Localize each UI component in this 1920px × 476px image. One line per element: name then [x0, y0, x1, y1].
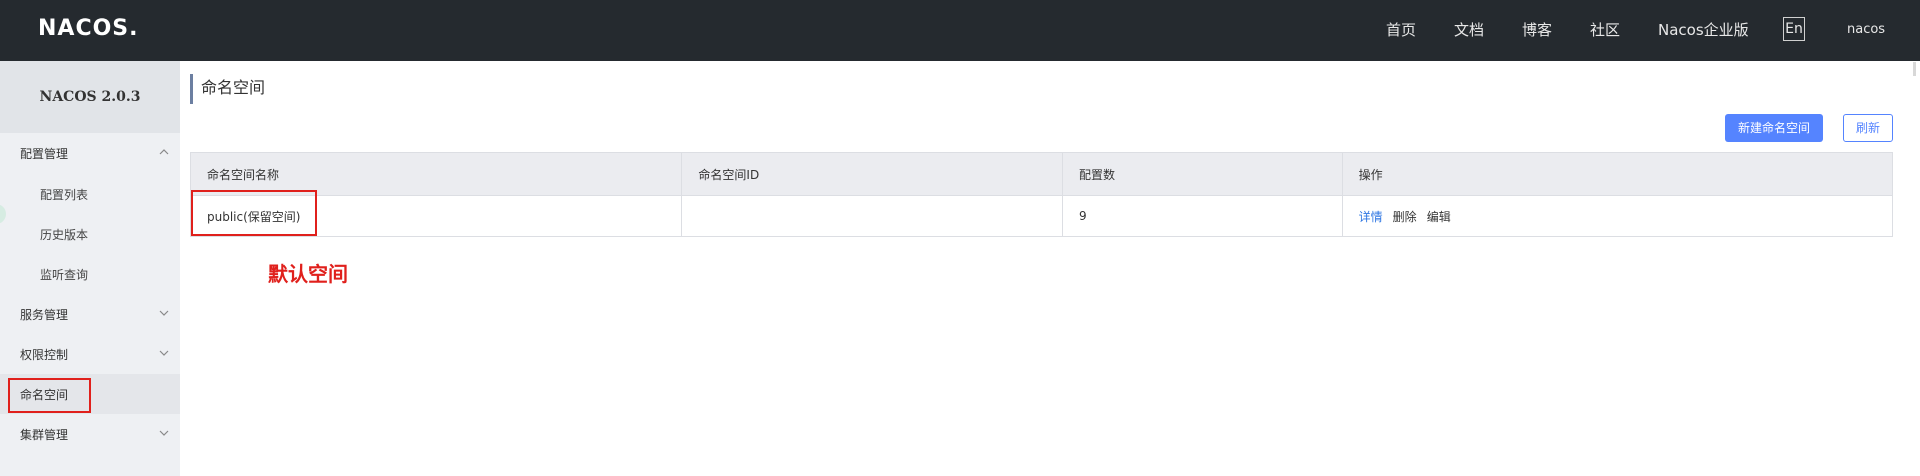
- sidebar-item-label: 配置管理: [20, 146, 69, 161]
- header-actions: 操作: [1358, 167, 1383, 182]
- sidebar-item-label: 历史版本: [40, 227, 89, 242]
- chevron-down-icon: [158, 347, 170, 359]
- logo-dot: .: [129, 15, 139, 41]
- highlight-box-namespace-menu: [8, 378, 91, 413]
- nav-home[interactable]: 首页: [1386, 19, 1416, 40]
- sidebar-item-cluster-management[interactable]: 集群管理: [0, 414, 180, 454]
- sidebar-item-label: 监听查询: [40, 267, 89, 282]
- sidebar-item-label: 配置列表: [40, 187, 89, 202]
- nav-blog[interactable]: 博客: [1522, 19, 1552, 40]
- sidebar: NACOS 2.0.3 配置管理 配置列表 历史版本 监听查询 服务管理 权限控…: [0, 61, 180, 476]
- chevron-down-icon: [158, 307, 170, 319]
- sidebar-version-title: NACOS 2.0.3: [0, 61, 180, 133]
- sidebar-item-config-management[interactable]: 配置管理: [0, 133, 180, 173]
- header-namespace-id: 命名空间ID: [682, 153, 1063, 195]
- sidebar-item-service-management[interactable]: 服务管理: [0, 294, 180, 334]
- nav-community[interactable]: 社区: [1590, 19, 1620, 40]
- delete-link[interactable]: 删除: [1393, 208, 1417, 225]
- chevron-down-icon: [158, 427, 170, 439]
- sidebar-item-access-control[interactable]: 权限控制: [0, 334, 180, 374]
- sidebar-item-config-list[interactable]: 配置列表: [0, 174, 180, 214]
- table-row: public(保留空间) 9 详情 删除 编辑: [191, 195, 1892, 236]
- user-menu[interactable]: nacos: [1847, 22, 1885, 37]
- nacos-logo[interactable]: NACOS.: [38, 15, 139, 41]
- table-header: 命名空间名称 命名空间ID 配置数 操作: [191, 153, 1892, 195]
- sidebar-item-listener-query[interactable]: 监听查询: [0, 254, 180, 294]
- nav-docs[interactable]: 文档: [1454, 19, 1484, 40]
- annotation-default-namespace: 默认空间: [268, 262, 348, 286]
- scrollbar[interactable]: [1913, 62, 1916, 76]
- cell-namespace-id: [682, 196, 1063, 236]
- header-namespace-name: 命名空间名称: [191, 153, 683, 195]
- language-switch-button[interactable]: En: [1783, 17, 1805, 41]
- top-navbar: NACOS. 首页 文档 博客 社区 Nacos企业版 En nacos: [0, 0, 1920, 61]
- refresh-button[interactable]: 刷新: [1843, 114, 1893, 142]
- create-namespace-button[interactable]: 新建命名空间: [1725, 114, 1823, 142]
- chevron-up-icon: [158, 146, 170, 158]
- cell-config-count: 9: [1063, 196, 1343, 236]
- sidebar-item-history[interactable]: 历史版本: [0, 214, 180, 254]
- logo-text: NACOS: [38, 15, 130, 41]
- header-config-count: 配置数: [1063, 153, 1343, 195]
- nav-enterprise[interactable]: Nacos企业版: [1658, 19, 1749, 40]
- page-title: 命名空间: [190, 74, 265, 104]
- sidebar-item-label: 权限控制: [20, 347, 69, 362]
- edit-link[interactable]: 编辑: [1427, 208, 1451, 225]
- cell-actions: 详情 删除 编辑: [1343, 196, 1892, 236]
- sidebar-item-label: 服务管理: [20, 307, 69, 322]
- highlight-box-public-namespace: [191, 190, 317, 236]
- sidebar-item-label: 集群管理: [20, 427, 69, 442]
- detail-link[interactable]: 详情: [1359, 208, 1383, 225]
- namespace-table: 命名空间名称 命名空间ID 配置数 操作 public(保留空间) 9 详情 删…: [190, 152, 1893, 237]
